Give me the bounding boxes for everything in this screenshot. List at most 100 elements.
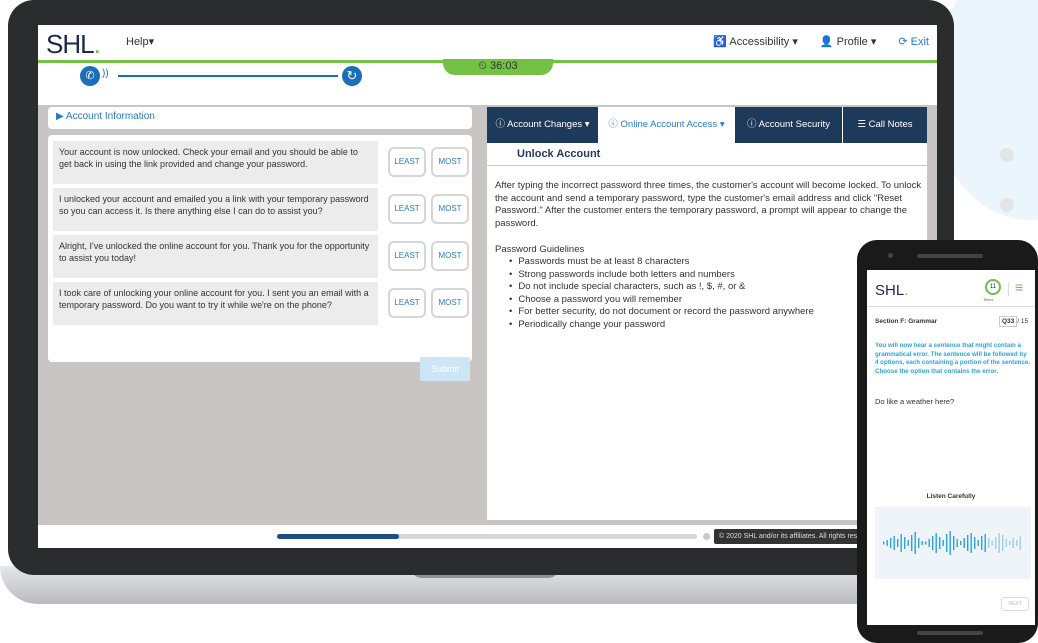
laptop-screen: SHL. Help▾ ♿ Accessibility ▾ 👤 Profile ▾… bbox=[38, 25, 937, 548]
waveform-bar bbox=[942, 540, 944, 546]
waveform-bar bbox=[995, 537, 997, 549]
help-menu[interactable]: Help▾ bbox=[126, 35, 154, 48]
waveform-bar bbox=[939, 537, 941, 549]
least-button[interactable]: LEAST bbox=[388, 288, 426, 318]
info-icon: ⓘ bbox=[495, 119, 508, 130]
most-button[interactable]: MOST bbox=[431, 288, 469, 318]
exit-button[interactable]: ⟳ Exit bbox=[898, 35, 929, 48]
divider bbox=[487, 165, 927, 166]
divider bbox=[867, 306, 1035, 307]
response-option: I took care of unlocking your online acc… bbox=[53, 282, 378, 325]
waveform-bar bbox=[904, 537, 906, 549]
question-instructions: You will now hear a sentence that might … bbox=[875, 342, 1031, 375]
phone-device: SHL. 11 Timer ≡ Section F: Grammar Q33/ … bbox=[857, 240, 1038, 643]
info-icon: ⓘ bbox=[608, 119, 621, 130]
menu-icon[interactable]: ≡ bbox=[1015, 279, 1023, 295]
audio-waveform[interactable] bbox=[875, 507, 1031, 579]
waveform-bar bbox=[886, 540, 888, 546]
shl-logo: SHL. bbox=[875, 282, 909, 299]
waveform-bar bbox=[911, 535, 913, 551]
waveform-bar bbox=[977, 540, 979, 546]
waveform-bar bbox=[970, 533, 972, 553]
decorative-dot bbox=[1000, 198, 1014, 212]
section-label: Section F: Grammar bbox=[875, 318, 938, 325]
waveform-bar bbox=[925, 541, 927, 545]
phone-home-bar bbox=[917, 631, 983, 635]
waveform-bar bbox=[914, 532, 916, 554]
listen-label: Listen Carefully bbox=[926, 493, 976, 500]
app-footer: © 2020 SHL and/or its affiliates. All ri… bbox=[38, 525, 937, 548]
timer-tab: ⏲ 36:03 bbox=[443, 59, 553, 75]
sound-waves-icon: )) bbox=[102, 68, 109, 79]
response-option: Your account is now unlocked. Check your… bbox=[53, 141, 378, 184]
waveform-bar bbox=[932, 536, 934, 550]
profile-menu[interactable]: 👤 Profile ▾ bbox=[820, 35, 877, 48]
instructions-text: After typing the incorrect password thre… bbox=[495, 180, 922, 229]
caret-right-icon: ▶ bbox=[56, 111, 66, 122]
waveform-bar bbox=[967, 535, 969, 551]
guidelines-title: Password Guidelines bbox=[495, 244, 585, 255]
tab-online-account-access[interactable]: ⓘ Online Account Access ▾ bbox=[599, 107, 735, 143]
waveform-icon bbox=[883, 531, 1021, 555]
question-counter: Q33/ 15 bbox=[999, 316, 1028, 327]
waveform-bar bbox=[1016, 540, 1018, 546]
timer-icon: 11 bbox=[985, 279, 1001, 295]
accessibility-menu[interactable]: ♿ Accessibility ▾ bbox=[713, 35, 798, 48]
most-button[interactable]: MOST bbox=[431, 194, 469, 224]
waveform-bar bbox=[883, 541, 885, 545]
tab-account-security[interactable]: ⓘ Account Security bbox=[735, 107, 843, 143]
info-icon: ⓘ bbox=[747, 119, 759, 130]
divider bbox=[1008, 282, 1009, 296]
waveform-bar bbox=[907, 540, 909, 546]
account-info-toggle[interactable]: ▶ Account Information bbox=[48, 107, 472, 129]
notes-icon: ☰ bbox=[857, 119, 869, 130]
section-title: Unlock Account bbox=[517, 148, 601, 160]
shl-logo: SHL. bbox=[46, 29, 101, 59]
clock-icon: ⏲ bbox=[478, 60, 491, 72]
waveform-bar bbox=[998, 533, 1000, 553]
call-progress-line bbox=[118, 75, 338, 77]
waveform-bar bbox=[928, 539, 930, 547]
refresh-icon[interactable]: ↻ bbox=[342, 66, 362, 86]
waveform-bar bbox=[953, 536, 955, 550]
phone-call-icon: ✆ bbox=[80, 66, 100, 86]
next-button[interactable]: NEXT bbox=[1001, 597, 1029, 611]
most-button[interactable]: MOST bbox=[431, 241, 469, 271]
exit-icon: ⟳ bbox=[898, 36, 911, 48]
laptop-frame: SHL. Help▾ ♿ Accessibility ▾ 👤 Profile ▾… bbox=[8, 0, 954, 575]
phone-speaker bbox=[917, 254, 983, 258]
phone-screen: SHL. 11 Timer ≡ Section F: Grammar Q33/ … bbox=[867, 270, 1035, 625]
waveform-bar bbox=[963, 538, 965, 548]
person-icon: 👤 bbox=[819, 36, 837, 48]
most-button[interactable]: MOST bbox=[431, 147, 469, 177]
waveform-bar bbox=[1009, 541, 1011, 545]
reference-tabs: ⓘ Account Changes ▾ ⓘ Online Account Acc… bbox=[487, 107, 927, 143]
tab-account-changes[interactable]: ⓘ Account Changes ▾ bbox=[487, 107, 599, 143]
least-button[interactable]: LEAST bbox=[388, 241, 426, 271]
header-actions: ♿ Accessibility ▾ 👤 Profile ▾ ⟳ Exit bbox=[713, 35, 929, 48]
app-header: SHL. Help▾ ♿ Accessibility ▾ 👤 Profile ▾… bbox=[38, 25, 937, 60]
submit-button[interactable]: Submit bbox=[420, 357, 470, 381]
waveform-bar bbox=[893, 536, 895, 550]
waveform-bar bbox=[984, 534, 986, 552]
waveform-bar bbox=[918, 538, 920, 548]
tab-call-notes[interactable]: ☰ Call Notes bbox=[843, 107, 927, 143]
waveform-bar bbox=[949, 531, 951, 555]
waveform-bar bbox=[981, 536, 983, 550]
waveform-bar bbox=[946, 534, 948, 552]
least-button[interactable]: LEAST bbox=[388, 147, 426, 177]
waveform-bar bbox=[960, 541, 962, 545]
waveform-bar bbox=[935, 533, 937, 553]
decorative-dot bbox=[1000, 148, 1014, 162]
waveform-bar bbox=[921, 541, 923, 545]
waveform-bar bbox=[991, 540, 993, 546]
waveform-bar bbox=[1019, 536, 1021, 550]
waveform-bar bbox=[956, 539, 958, 547]
progress-dot bbox=[703, 533, 710, 540]
waveform-bar bbox=[988, 538, 990, 548]
accessibility-icon: ♿ bbox=[713, 36, 730, 48]
question-text: Do like a weather here? bbox=[875, 397, 955, 406]
waveform-bar bbox=[890, 538, 892, 548]
least-button[interactable]: LEAST bbox=[388, 194, 426, 224]
assessment-progress-fill bbox=[277, 534, 399, 539]
